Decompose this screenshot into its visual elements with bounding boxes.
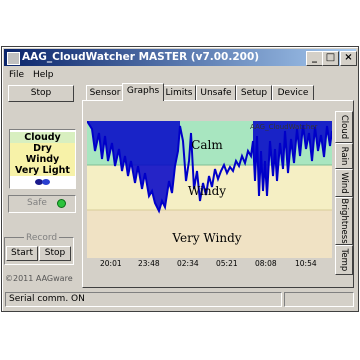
- safe-group: Safe: [8, 195, 76, 213]
- tab-sensor[interactable]: Sensor: [86, 85, 124, 100]
- title-bar: AAG_CloudWatcher MASTER (v7.00.200) _ □ …: [4, 49, 357, 66]
- copyright-text: ©2011 AAGware: [5, 274, 73, 283]
- very-windy-zone-label: Very Windy: [171, 231, 241, 245]
- status-text: Serial comm. ON: [9, 294, 85, 304]
- record-label: Record: [24, 233, 60, 243]
- menu-bar: File Help: [4, 69, 356, 83]
- menu-help[interactable]: Help: [33, 70, 54, 80]
- record-start-button[interactable]: Start: [6, 246, 38, 261]
- safe-label: Safe: [27, 198, 47, 208]
- time-label: 08:08: [255, 259, 277, 268]
- calm-zone-label: Calm: [191, 138, 223, 152]
- status-bar: Serial comm. ON: [5, 292, 282, 307]
- minimize-button[interactable]: _: [306, 51, 323, 66]
- side-tab-wind[interactable]: Wind: [335, 169, 353, 197]
- time-label: 10:54: [295, 259, 317, 268]
- daylight-icon: [35, 179, 50, 185]
- tab-graphs[interactable]: Graphs: [122, 83, 164, 101]
- side-tab-rain[interactable]: Rain: [335, 143, 353, 169]
- conditions-panel: Cloudy Dry Windy Very Light: [9, 129, 76, 189]
- condition-dry: Dry: [10, 143, 75, 154]
- side-tab-cloud[interactable]: Cloud: [335, 111, 353, 143]
- record-stop-button[interactable]: Stop: [39, 246, 71, 261]
- time-label: 23:48: [138, 259, 160, 268]
- time-label: 20:01: [100, 259, 122, 268]
- tab-unsafe[interactable]: Unsafe: [196, 85, 236, 100]
- window-title: AAG_CloudWatcher MASTER (v7.00.200): [22, 51, 260, 63]
- windy-zone-label: Windy: [188, 184, 226, 198]
- side-tab-temp[interactable]: Temp: [335, 245, 353, 275]
- tab-device[interactable]: Device: [272, 85, 314, 100]
- safe-led-icon: [57, 199, 66, 208]
- maximize-button[interactable]: □: [322, 51, 339, 66]
- condition-windy: Windy: [10, 154, 75, 165]
- app-icon: [7, 52, 20, 65]
- status-bar-panel: [284, 292, 354, 307]
- condition-very-light: Very Light: [10, 165, 75, 176]
- tab-setup[interactable]: Setup: [236, 85, 272, 100]
- menu-file[interactable]: File: [9, 70, 24, 80]
- app-window: AAG_CloudWatcher MASTER (v7.00.200) _ □ …: [1, 46, 359, 312]
- graph-legend: AAG_CloudWatcher: [250, 123, 318, 131]
- condition-cloudy: Cloudy: [10, 132, 75, 143]
- time-label: 05:21: [216, 259, 238, 268]
- side-tab-brightness[interactable]: Brightness: [335, 197, 353, 245]
- tab-limits[interactable]: Limits: [162, 85, 196, 100]
- close-button[interactable]: ×: [340, 51, 357, 66]
- time-label: 02:34: [177, 259, 199, 268]
- wind-graph: Calm Windy Very Windy AAG_CloudWatcher: [87, 121, 332, 258]
- stop-button[interactable]: Stop: [8, 85, 74, 102]
